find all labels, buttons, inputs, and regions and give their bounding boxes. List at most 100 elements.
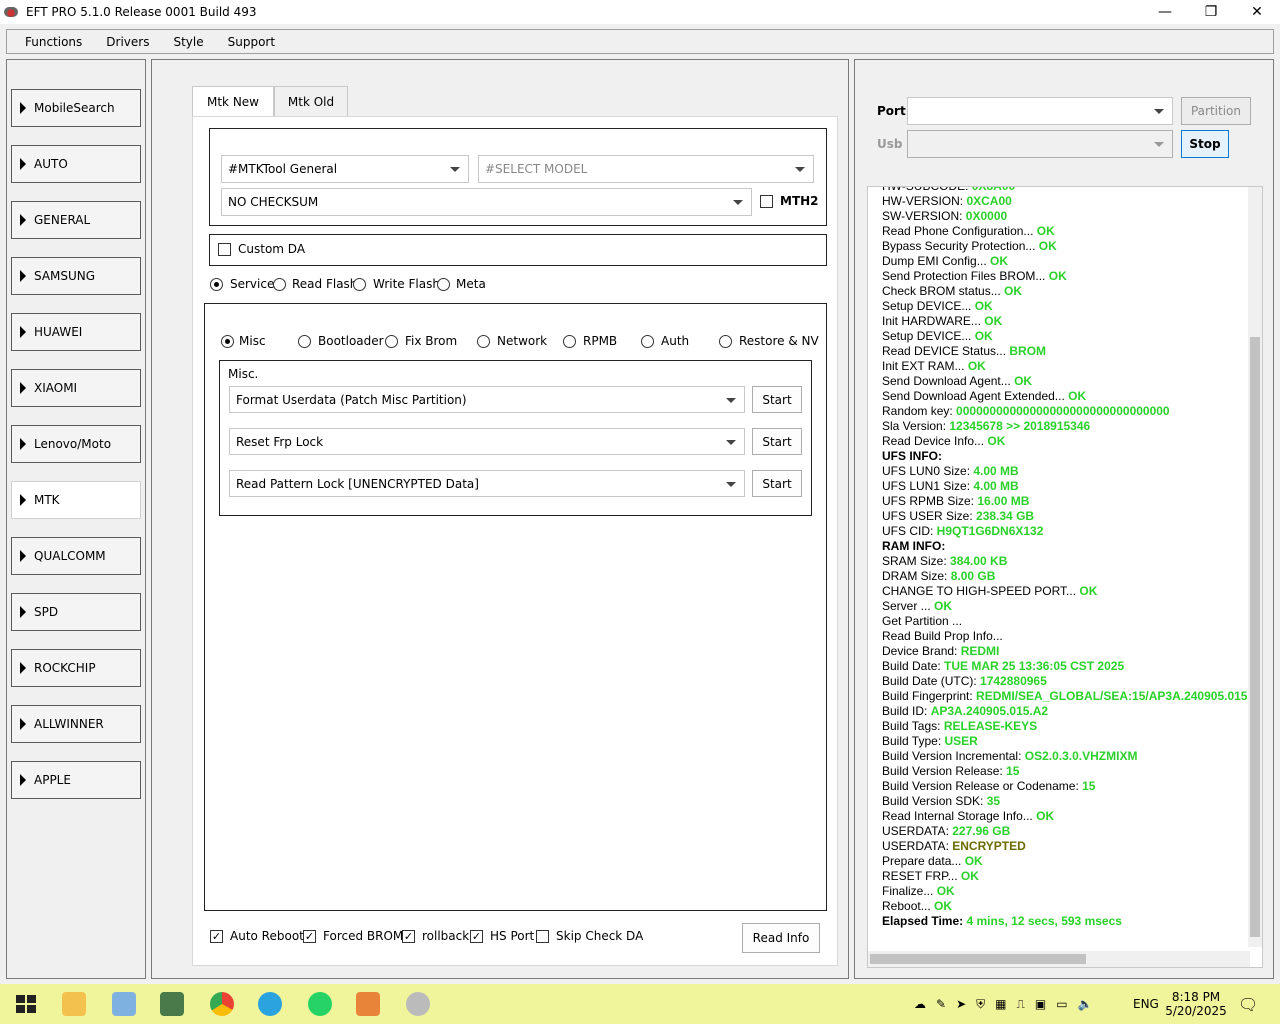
- port-select[interactable]: [907, 97, 1173, 125]
- forced-brom-checkbox[interactable]: ✓: [303, 930, 316, 943]
- telegram-icon[interactable]: [258, 992, 282, 1016]
- skip-check-da-checkbox[interactable]: [536, 930, 549, 943]
- caret-right-icon: [20, 774, 26, 786]
- display-icon[interactable]: ▭: [1056, 997, 1067, 1011]
- network-icon[interactable]: ▦: [995, 997, 1006, 1011]
- subtab-auth-radio[interactable]: [641, 335, 654, 348]
- auto-reboot-checkbox[interactable]: ✓: [210, 930, 223, 943]
- computer-icon[interactable]: [112, 992, 136, 1016]
- log-line: SW-VERSION: 0X0000: [882, 209, 1242, 224]
- sidebar-item-spd[interactable]: SPD: [11, 593, 141, 631]
- mode-write-flash-radio[interactable]: [353, 278, 366, 291]
- misc-operation-select[interactable]: Format Userdata (Patch Misc Partition): [229, 386, 745, 413]
- scroll-thumb[interactable]: [870, 954, 1086, 964]
- model-select[interactable]: #SELECT MODEL: [478, 155, 814, 183]
- log-value: OK: [960, 869, 979, 883]
- usb-select[interactable]: [907, 130, 1173, 158]
- file-explorer-icon[interactable]: [62, 992, 86, 1016]
- menu-style[interactable]: Style: [161, 35, 215, 49]
- log-value: TUE MAR 25 13:36:05 CST 2025: [944, 659, 1125, 673]
- subtab-bootloader-radio[interactable]: [298, 335, 311, 348]
- stop-button[interactable]: Stop: [1181, 130, 1229, 158]
- log-value: OK: [1068, 389, 1087, 403]
- misc-operation-select[interactable]: Read Pattern Lock [UNENCRYPTED Data]: [229, 470, 745, 497]
- log-key: Init HARDWARE...: [882, 314, 985, 328]
- close-button[interactable]: ✕: [1234, 0, 1280, 24]
- caret-right-icon: [20, 158, 26, 170]
- subtab-misc-radio[interactable]: [221, 335, 234, 348]
- clock-time: 8:18 PM: [1171, 990, 1221, 1004]
- sidebar-item-mtk[interactable]: MTK: [11, 481, 141, 519]
- sidebar-item-mobilesearch[interactable]: MobileSearch: [11, 89, 141, 127]
- menu-drivers[interactable]: Drivers: [94, 35, 161, 49]
- whatsapp-icon[interactable]: [308, 992, 332, 1016]
- windows-start-icon[interactable]: [14, 992, 38, 1016]
- custom-da-checkbox[interactable]: [218, 243, 231, 256]
- log-value: 238.34 GB: [976, 509, 1035, 523]
- subtab-fix-brom-radio[interactable]: [385, 335, 398, 348]
- log-vertical-scrollbar[interactable]: [1248, 187, 1262, 947]
- sidebar-item-xiaomi[interactable]: XIAOMI: [11, 369, 141, 407]
- device-icon[interactable]: ▣: [1035, 997, 1046, 1011]
- sidebar-item-auto[interactable]: AUTO: [11, 145, 141, 183]
- subtab-restore-nv-radio[interactable]: [719, 335, 732, 348]
- menu-functions[interactable]: Functions: [13, 35, 94, 49]
- media-player-icon[interactable]: [356, 992, 380, 1016]
- minimize-button[interactable]: —: [1142, 0, 1188, 24]
- pen-icon[interactable]: ✎: [936, 997, 946, 1011]
- chrome-icon[interactable]: [210, 992, 234, 1016]
- cloud-icon[interactable]: ☁: [914, 997, 926, 1011]
- hs-port-checkbox[interactable]: ✓: [470, 930, 483, 943]
- log-line: UFS INFO:: [882, 449, 1242, 464]
- misc-operation-value: Format Userdata (Patch Misc Partition): [236, 392, 467, 407]
- sidebar-item-huawei[interactable]: HUAWEI: [11, 313, 141, 351]
- mth2-checkbox[interactable]: [760, 195, 773, 208]
- checksum-select[interactable]: NO CHECKSUM: [221, 188, 752, 216]
- telegram-tray-icon[interactable]: ➤: [956, 997, 966, 1011]
- start-button[interactable]: Start: [752, 470, 802, 497]
- log-horizontal-scrollbar[interactable]: [868, 951, 1250, 967]
- sidebar-item-allwinner[interactable]: ALLWINNER: [11, 705, 141, 743]
- tool-select[interactable]: #MTKTool General: [221, 155, 469, 183]
- caret-right-icon: [20, 438, 26, 450]
- chevron-down-icon: [795, 167, 805, 172]
- log-key: Finalize...: [882, 884, 937, 898]
- sidebar-item-rockchip[interactable]: ROCKCHIP: [11, 649, 141, 687]
- sidebar-item-qualcomm[interactable]: QUALCOMM: [11, 537, 141, 575]
- start-button[interactable]: Start: [752, 428, 802, 455]
- tab-mtk-new[interactable]: Mtk New: [192, 86, 274, 117]
- menu-support[interactable]: Support: [216, 35, 287, 49]
- shield-icon[interactable]: ⛨: [976, 997, 985, 1012]
- clock[interactable]: 8:18 PM 5/20/2025: [1165, 984, 1227, 1024]
- sidebar-item-label: AUTO: [34, 157, 68, 171]
- tab-mtk-old[interactable]: Mtk Old: [274, 86, 348, 116]
- log-key: Random key:: [882, 404, 957, 418]
- subtab-network-radio[interactable]: [477, 335, 490, 348]
- maximize-button[interactable]: ❐: [1188, 0, 1234, 24]
- start-button[interactable]: Start: [752, 386, 802, 413]
- custom-da-group: Custom DA: [209, 234, 827, 266]
- sidebar-item-general[interactable]: GENERAL: [11, 201, 141, 239]
- calculator-icon[interactable]: [160, 992, 184, 1016]
- sidebar-item-samsung[interactable]: SAMSUNG: [11, 257, 141, 295]
- sidebar-item-apple[interactable]: APPLE: [11, 761, 141, 799]
- log-key: Read DEVICE Status...: [882, 344, 1010, 358]
- scroll-thumb[interactable]: [1250, 337, 1260, 937]
- mode-read-flash-radio[interactable]: [273, 278, 286, 291]
- volume-icon[interactable]: 🔈: [1078, 997, 1093, 1011]
- rollback-checkbox[interactable]: ✓: [402, 930, 415, 943]
- log-line: UFS CID: H9QT1G6DN6X132: [882, 524, 1242, 539]
- log-value: OK: [974, 329, 993, 343]
- notification-icon[interactable]: 🗨: [1238, 984, 1258, 1024]
- sidebar-item-lenovo-moto[interactable]: Lenovo/Moto: [11, 425, 141, 463]
- misc-operation-select[interactable]: Reset Frp Lock: [229, 428, 745, 455]
- usb-icon[interactable]: ⎍: [1016, 997, 1024, 1012]
- language-indicator[interactable]: ENG: [1133, 984, 1159, 1024]
- read-info-button[interactable]: Read Info: [742, 923, 820, 953]
- mode-meta-radio[interactable]: [437, 278, 450, 291]
- eft-pro-taskbar-icon[interactable]: [406, 992, 430, 1016]
- log-line: Read Device Info... OK: [882, 434, 1242, 449]
- subtab-rpmb-radio[interactable]: [563, 335, 576, 348]
- mode-service-radio[interactable]: [210, 278, 223, 291]
- partition-button[interactable]: Partition: [1181, 97, 1251, 125]
